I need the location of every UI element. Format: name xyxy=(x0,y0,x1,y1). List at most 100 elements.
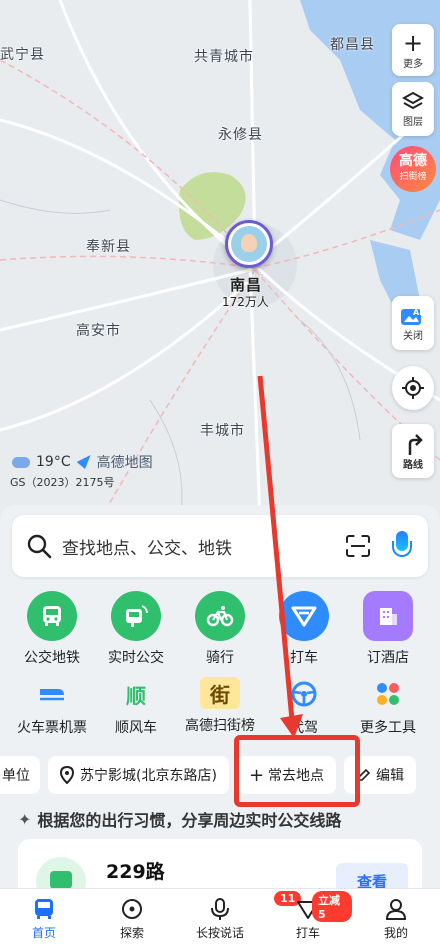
map-label-fengxin: 奉新县 xyxy=(86,239,131,255)
service-label: 高德扫街榜 xyxy=(185,718,255,734)
home-bus-icon xyxy=(31,896,57,922)
tab-label: 探索 xyxy=(119,925,144,940)
weather-widget[interactable]: 19°C 高德地图 xyxy=(12,452,153,472)
service-designated-driver[interactable]: 代驾 xyxy=(262,677,346,737)
steering-wheel-icon xyxy=(287,677,321,711)
route-label: 路线 xyxy=(403,459,423,471)
location-label: 苏宁影城(北京东路店) xyxy=(80,768,217,784)
sparkle-icon: ✦ xyxy=(18,809,32,829)
annotation-highlight-box xyxy=(234,735,360,807)
map-label-nanchang: 南昌 xyxy=(230,276,263,294)
map-copyright: GS（2023）2175号 xyxy=(10,476,115,489)
tab-voice[interactable]: 11 长按说话 xyxy=(176,889,302,947)
services-row-1: 公交地铁 实时公交 骑行 打车 订酒店 xyxy=(10,591,430,667)
tab-label: 我的 xyxy=(383,925,408,940)
voice-icon xyxy=(207,896,233,922)
street-rank-title: 高德 xyxy=(399,153,427,169)
plus-icon: + xyxy=(402,28,424,57)
profile-icon xyxy=(383,896,409,922)
service-label: 顺风车 xyxy=(115,720,157,736)
voice-search-icon[interactable] xyxy=(392,531,414,561)
service-label: 骑行 xyxy=(206,650,234,666)
company-chip[interactable]: 单位 xyxy=(0,756,40,794)
ar-icon: AR xyxy=(401,308,425,325)
explore-icon xyxy=(119,896,145,922)
bus-icon xyxy=(27,591,77,641)
service-label: 更多工具 xyxy=(360,720,416,736)
cloud-icon xyxy=(12,456,30,468)
service-label: 订酒店 xyxy=(367,650,409,666)
weather-temp: 19°C xyxy=(36,454,71,470)
services-row-2: 火车票机票 顺 顺风车 街 高德扫街榜 代驾 更多工具 xyxy=(10,677,430,737)
layers-icon xyxy=(402,91,424,109)
street-rank-icon: 街 xyxy=(200,677,240,709)
location-pin-icon xyxy=(60,766,74,784)
hotel-icon xyxy=(363,591,413,641)
tab-label: 打车 xyxy=(295,925,320,940)
carpool-icon: 顺 xyxy=(126,683,146,708)
service-train-flight[interactable]: 火车票机票 xyxy=(10,677,94,737)
search-icon xyxy=(27,534,52,559)
ar-button[interactable]: AR 关闭 xyxy=(392,296,434,350)
bus-route-name: 229路 xyxy=(106,861,165,883)
map-label-yongxiu: 永修县 xyxy=(218,127,263,143)
service-realtime-bus[interactable]: 实时公交 xyxy=(94,591,178,667)
service-bus-metro[interactable]: 公交地铁 xyxy=(10,591,94,667)
more-tools-icon xyxy=(371,677,405,711)
recommendation-tip: ✦ 根据您的出行习惯，分享周边实时公交线路 xyxy=(18,807,341,831)
map-label-gaoan: 高安市 xyxy=(76,323,121,339)
frequent-places-bar: 单位 苏宁影城(北京东路店) + 常去地点 编辑 xyxy=(0,755,440,795)
scan-icon[interactable] xyxy=(346,535,370,557)
more-label: 更多 xyxy=(403,58,423,70)
service-label: 实时公交 xyxy=(108,650,164,666)
service-street-rank[interactable]: 街 高德扫街榜 xyxy=(178,677,262,737)
service-hotel[interactable]: 订酒店 xyxy=(346,591,430,667)
realtime-bus-icon xyxy=(111,591,161,641)
train-icon xyxy=(35,677,69,711)
service-label: 火车票机票 xyxy=(17,720,87,736)
locate-button[interactable] xyxy=(392,366,434,410)
layers-label: 图层 xyxy=(403,116,423,128)
ar-close-label: 关闭 xyxy=(403,330,423,342)
map-label-duchang: 都昌县 xyxy=(330,37,375,53)
company-label: 单位 xyxy=(2,768,30,784)
tab-profile[interactable]: 我的 xyxy=(352,889,440,947)
route-arrow-icon xyxy=(408,433,423,455)
bottom-tab-bar: 首页 探索 11 长按说话 立减5 打车 我的 xyxy=(0,888,440,947)
map-label-gongqingcheng: 共青城市 xyxy=(194,49,254,65)
service-taxi[interactable]: 打车 xyxy=(262,591,346,667)
more-button[interactable]: + 更多 xyxy=(392,24,434,76)
gaode-logo-text: 高德地图 xyxy=(96,455,153,471)
user-location-marker[interactable] xyxy=(225,220,273,268)
search-bar[interactable]: 查找地点、公交、地铁 xyxy=(12,515,428,577)
service-label: 打车 xyxy=(290,650,318,666)
bottom-panel: 查找地点、公交、地铁 公交地铁 实时公交 骑行 打车 订酒店 火车票机票 顺 顺… xyxy=(0,505,440,947)
tab-home[interactable]: 首页 xyxy=(0,889,88,947)
tab-explore[interactable]: 探索 xyxy=(88,889,176,947)
layers-button[interactable]: 图层 xyxy=(392,82,434,136)
street-rank-button[interactable]: 高德 扫街榜 xyxy=(390,146,436,192)
tip-text: 根据您的出行习惯，分享周边实时公交线路 xyxy=(37,811,342,830)
taxi-discount-badge: 立减5 xyxy=(312,891,352,922)
taxi-icon xyxy=(279,591,329,641)
bike-icon xyxy=(195,591,245,641)
tab-taxi[interactable]: 立减5 打车 xyxy=(264,889,352,947)
map-base xyxy=(0,0,440,520)
service-more-tools[interactable]: 更多工具 xyxy=(346,677,430,737)
route-button[interactable]: 路线 xyxy=(392,424,434,478)
map-label-fengcheng: 丰城市 xyxy=(200,423,245,439)
service-label: 公交地铁 xyxy=(24,650,80,666)
svg-text:AR: AR xyxy=(413,308,425,317)
gaode-logo-icon xyxy=(76,455,91,469)
service-carpool[interactable]: 顺 顺风车 xyxy=(94,677,178,737)
location-chip[interactable]: 苏宁影城(北京东路店) xyxy=(48,756,229,794)
map-view[interactable]: 武宁县 共青城市 都昌县 永修县 奉新县 高安市 丰城市 抚州 南昌 172万人… xyxy=(0,0,440,520)
service-bike[interactable]: 骑行 xyxy=(178,591,262,667)
map-label-nanchang-pop: 172万人 xyxy=(222,295,269,309)
locate-icon xyxy=(402,377,424,399)
avatar xyxy=(231,226,267,262)
edit-label: 编辑 xyxy=(376,768,405,784)
tab-label: 长按说话 xyxy=(195,925,244,940)
search-input[interactable]: 查找地点、公交、地铁 xyxy=(62,534,346,559)
street-rank-sub: 扫街榜 xyxy=(399,172,427,182)
